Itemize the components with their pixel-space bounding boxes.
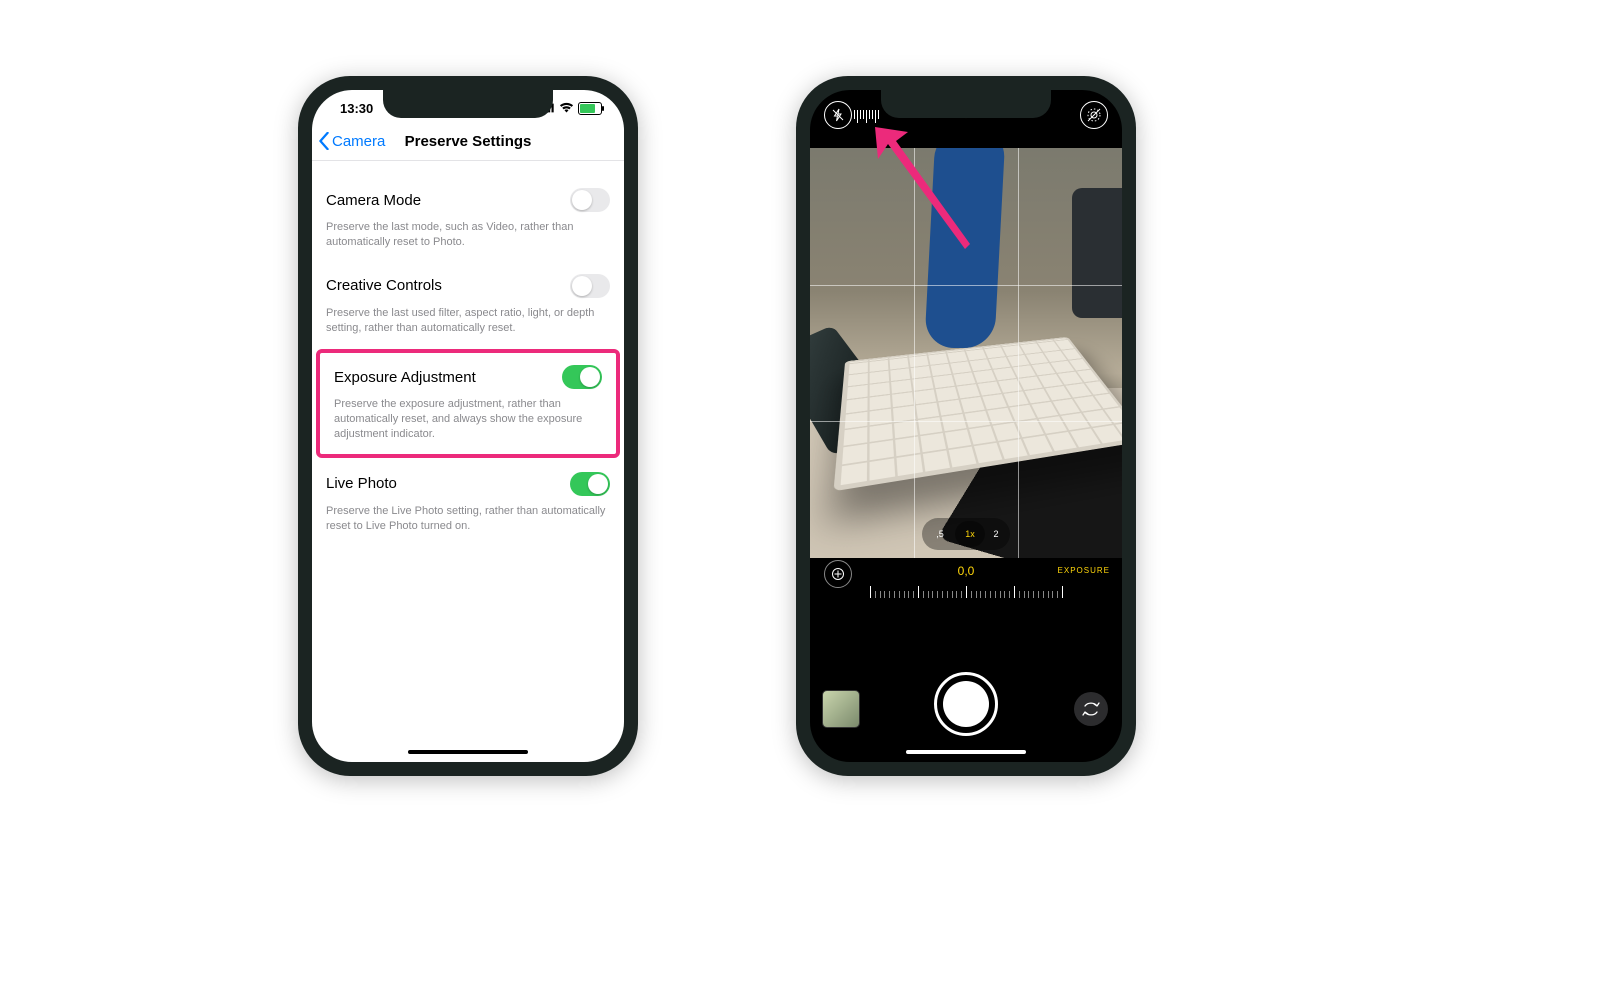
grid-line [810,421,1122,422]
setting-toggle[interactable] [562,365,602,389]
setting-footnote: Preserve the last used filter, aspect ra… [312,302,624,348]
setting-label: Live Photo [326,475,397,492]
setting-label: Creative Controls [326,277,442,294]
setting-footnote: Preserve the exposure adjustment, rather… [320,393,616,454]
notch [881,90,1051,118]
status-time: 13:30 [334,101,373,116]
page-title: Preserve Settings [405,133,532,150]
home-indicator[interactable] [906,750,1026,754]
setting-row-exposure-adjustment: Exposure Adjustment Preserve the exposure… [316,349,620,458]
exposure-label: EXPOSURE [1058,566,1110,575]
zoom-selector[interactable]: ,51x2 [922,518,1010,550]
back-label: Camera [332,133,385,150]
home-indicator[interactable] [408,750,528,754]
setting-row-live-photo: Live Photo Preserve the Live Photo settin… [312,460,624,546]
last-photo-thumbnail[interactable] [822,690,860,728]
phone-frame-settings: 13:30 Camera Preserve Settings [298,76,638,776]
flash-off-icon[interactable] [824,101,852,129]
setting-footnote: Preserve the Live Photo setting, rather … [312,500,624,546]
exposure-slider[interactable] [870,582,1062,598]
setting-row-camera-mode: Camera Mode Preserve the last mode, such … [312,176,624,262]
back-button[interactable]: Camera [318,132,385,150]
zoom-option[interactable]: 2 [985,521,1007,547]
zoom-option[interactable]: ,5 [925,521,955,547]
setting-toggle[interactable] [570,274,610,298]
phone-frame-camera: ,51x2 0,0 EXPOSURE [796,76,1136,776]
live-photo-off-icon[interactable] [1080,101,1108,129]
shutter-button[interactable] [934,672,998,736]
wifi-icon [559,101,574,116]
setting-toggle[interactable] [570,472,610,496]
grid-line [810,285,1122,286]
battery-icon [578,102,602,115]
camera-flip-button[interactable] [1074,692,1108,726]
exposure-value: 0,0 [958,564,975,578]
annotation-arrow [870,124,980,259]
setting-label: Camera Mode [326,192,421,209]
settings-list: Camera Mode Preserve the last mode, such … [312,176,624,546]
camera-bottom-bar [810,662,1122,742]
setting-footnote: Preserve the last mode, such as Video, r… [312,216,624,262]
grid-line [1018,148,1019,558]
setting-label: Exposure Adjustment [334,369,476,386]
notch [383,90,553,118]
exposure-control: 0,0 EXPOSURE [810,564,1122,604]
zoom-option[interactable]: 1x [955,521,985,547]
nav-bar: Camera Preserve Settings [312,122,624,161]
setting-row-creative-controls: Creative Controls Preserve the last used … [312,262,624,348]
setting-toggle[interactable] [570,188,610,212]
exposure-adjust-button[interactable] [824,560,852,588]
